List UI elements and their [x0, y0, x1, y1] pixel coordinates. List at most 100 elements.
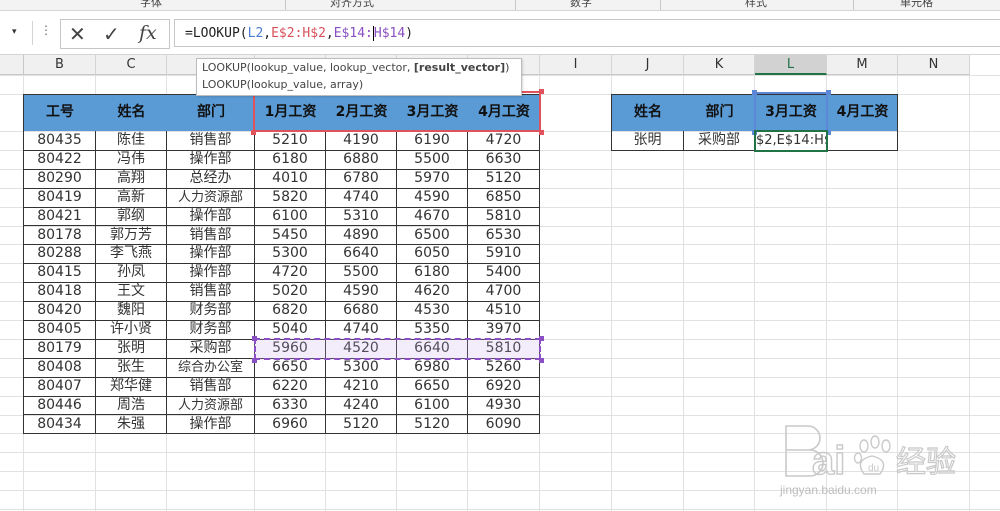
lookup-header-cell[interactable]: 姓名 [612, 94, 684, 131]
table-cell[interactable]: 财务部 [167, 320, 255, 340]
table-cell[interactable]: 5300 [326, 357, 397, 378]
table-cell[interactable]: 80288 [24, 244, 96, 265]
table-cell[interactable]: 6880 [326, 149, 397, 170]
table-cell[interactable]: 80419 [24, 187, 96, 208]
table-cell[interactable]: 5500 [397, 149, 468, 170]
lookup-cell[interactable]: 张明 [612, 131, 684, 151]
table-cell[interactable]: 5500 [326, 263, 397, 284]
table-cell[interactable]: 80446 [24, 395, 96, 416]
enter-icon[interactable]: ✓ [103, 22, 120, 46]
formula-input[interactable]: =LOOKUP(L2,E$2:H$2,E$14:H$14) [174, 19, 1000, 47]
table-cell[interactable]: 5820 [255, 187, 326, 208]
table-cell[interactable]: 销售部 [167, 225, 255, 246]
table-cell[interactable]: 4740 [326, 320, 397, 340]
select-all-corner[interactable] [0, 55, 24, 75]
table-cell[interactable]: 5210 [255, 131, 326, 151]
table-cell[interactable]: 孙凤 [96, 263, 167, 284]
table-cell[interactable]: 4740 [326, 187, 397, 208]
table-cell[interactable]: 5400 [468, 263, 540, 284]
table-cell[interactable]: 80422 [24, 149, 96, 170]
table-cell[interactable]: 6980 [397, 357, 468, 378]
table-cell[interactable]: 5120 [397, 414, 468, 435]
table-cell[interactable]: 5260 [468, 357, 540, 378]
column-header-l[interactable]: L [755, 55, 827, 75]
lookup-header-cell[interactable]: 3月工资 [755, 94, 827, 131]
table-cell[interactable]: 80418 [24, 282, 96, 303]
table-cell[interactable]: 陈佳 [96, 131, 167, 151]
table-cell[interactable]: 80415 [24, 263, 96, 284]
table-cell[interactable]: 4010 [255, 168, 326, 189]
table-cell[interactable]: 80407 [24, 376, 96, 397]
more-options-icon[interactable]: ⋮ [40, 23, 52, 37]
table-cell[interactable]: 5120 [468, 168, 540, 189]
table-header-cell[interactable]: 3月工资 [397, 94, 468, 131]
table-cell[interactable]: 4720 [255, 263, 326, 284]
table-cell[interactable]: 朱强 [96, 414, 167, 435]
table-cell[interactable]: 4720 [468, 131, 540, 151]
table-cell[interactable]: 郭万芳 [96, 225, 167, 246]
table-cell[interactable]: 5810 [468, 338, 540, 359]
table-cell[interactable]: 6680 [326, 301, 397, 321]
table-cell[interactable]: 4700 [468, 282, 540, 303]
column-header-c[interactable]: C [96, 55, 167, 75]
table-cell[interactable]: 6100 [397, 395, 468, 416]
table-cell[interactable]: 张明 [96, 338, 167, 359]
table-cell[interactable]: 6220 [255, 376, 326, 397]
active-cell-editing[interactable]: $2,E$14:H$ [755, 131, 827, 151]
table-cell[interactable]: 6960 [255, 414, 326, 435]
table-cell[interactable]: 高翔 [96, 168, 167, 189]
table-cell[interactable]: 人力资源部 [167, 395, 255, 416]
table-cell[interactable]: 5910 [468, 244, 540, 265]
cancel-icon[interactable]: ✕ [69, 22, 86, 46]
table-cell[interactable]: 许小贤 [96, 320, 167, 340]
table-cell[interactable]: 高新 [96, 187, 167, 208]
table-cell[interactable]: 4590 [326, 282, 397, 303]
table-cell[interactable]: 总经办 [167, 168, 255, 189]
table-cell[interactable]: 4930 [468, 395, 540, 416]
tooltip-syntax-1[interactable]: LOOKUP(lookup_value, lookup_vector, [res… [202, 61, 509, 74]
column-header-k[interactable]: K [684, 55, 755, 75]
table-cell[interactable]: 综合办公室 [167, 357, 255, 378]
table-cell[interactable]: 5960 [255, 338, 326, 359]
table-cell[interactable]: 80408 [24, 357, 96, 378]
lookup-cell[interactable] [827, 131, 898, 151]
table-cell[interactable]: 80178 [24, 225, 96, 246]
table-cell[interactable]: 李飞燕 [96, 244, 167, 265]
table-header-cell[interactable]: 1月工资 [255, 94, 326, 131]
table-cell[interactable]: 销售部 [167, 131, 255, 151]
table-cell[interactable]: 魏阳 [96, 301, 167, 321]
table-cell[interactable]: 操作部 [167, 414, 255, 435]
table-cell[interactable]: 郭纲 [96, 206, 167, 227]
table-cell[interactable]: 6050 [397, 244, 468, 265]
table-cell[interactable]: 6920 [468, 376, 540, 397]
table-header-cell[interactable]: 部门 [167, 94, 255, 131]
column-header-m[interactable]: M [827, 55, 898, 75]
table-cell[interactable]: 操作部 [167, 206, 255, 227]
lookup-header-cell[interactable]: 4月工资 [827, 94, 898, 131]
table-cell[interactable]: 6650 [255, 357, 326, 378]
table-cell[interactable]: 6500 [397, 225, 468, 246]
table-cell[interactable]: 6630 [468, 149, 540, 170]
table-cell[interactable]: 采购部 [167, 338, 255, 359]
table-cell[interactable]: 6190 [397, 131, 468, 151]
table-cell[interactable]: 4510 [468, 301, 540, 321]
table-cell[interactable]: 80434 [24, 414, 96, 435]
table-cell[interactable]: 5350 [397, 320, 468, 340]
table-header-cell[interactable]: 姓名 [96, 94, 167, 131]
lookup-header-cell[interactable]: 部门 [684, 94, 755, 131]
table-cell[interactable]: 冯伟 [96, 149, 167, 170]
insert-function-icon[interactable]: fx [139, 22, 157, 44]
table-cell[interactable]: 5020 [255, 282, 326, 303]
table-cell[interactable]: 4520 [326, 338, 397, 359]
table-cell[interactable]: 4210 [326, 376, 397, 397]
table-cell[interactable]: 80421 [24, 206, 96, 227]
table-cell[interactable]: 人力资源部 [167, 187, 255, 208]
table-header-cell[interactable]: 2月工资 [326, 94, 397, 131]
table-cell[interactable]: 4530 [397, 301, 468, 321]
lookup-cell[interactable]: 采购部 [684, 131, 755, 151]
table-cell[interactable]: 销售部 [167, 282, 255, 303]
table-cell[interactable]: 4240 [326, 395, 397, 416]
table-cell[interactable]: 80290 [24, 168, 96, 189]
column-header-b[interactable]: B [24, 55, 96, 75]
table-cell[interactable]: 5970 [397, 168, 468, 189]
